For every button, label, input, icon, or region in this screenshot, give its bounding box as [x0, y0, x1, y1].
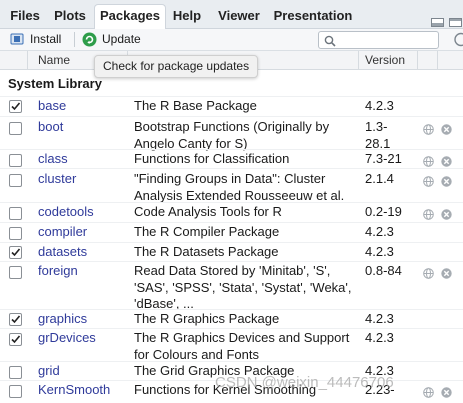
column-header-version[interactable]: Version: [365, 51, 405, 69]
tab-help[interactable]: Help: [170, 5, 204, 27]
package-description: Read Data Stored by 'Minitab', 'S', 'SAS…: [134, 263, 352, 311]
packages-toolbar: Install Update: [0, 29, 463, 51]
checkmark-icon: [11, 335, 21, 344]
remove-icon[interactable]: [441, 266, 452, 279]
install-icon: [10, 32, 24, 53]
checkbox-base[interactable]: [9, 100, 22, 113]
update-tooltip: Check for package updates: [94, 55, 259, 78]
row-divider: [0, 261, 463, 262]
watermark: CSDN @weixin_44476706: [215, 374, 394, 391]
tab-viewer[interactable]: Viewer: [216, 5, 262, 27]
package-link-compiler[interactable]: compiler: [38, 224, 87, 240]
globe-icon[interactable]: [423, 385, 434, 398]
row-divider: [0, 361, 463, 362]
column-divider: [437, 51, 438, 69]
package-version: 0.2-19: [365, 204, 402, 219]
remove-icon[interactable]: [441, 154, 452, 167]
row-divider: [0, 96, 463, 97]
remove-icon[interactable]: [441, 174, 452, 187]
row-divider: [0, 202, 463, 203]
package-link-class[interactable]: class: [38, 151, 68, 167]
tab-files[interactable]: Files: [8, 5, 42, 27]
toolbar-divider: [74, 32, 75, 47]
package-link-foreign[interactable]: foreign: [38, 263, 78, 279]
package-description: "Finding Groups in Data": Cluster Analys…: [134, 171, 345, 203]
install-label: Install: [30, 32, 62, 46]
package-link-kernsmooth[interactable]: KernSmooth: [38, 382, 110, 398]
checkbox-foreign[interactable]: [9, 266, 22, 279]
package-link-grdevices[interactable]: grDevices: [38, 330, 96, 346]
package-version: 0.8-84: [365, 263, 402, 278]
package-description: The R Compiler Package: [134, 224, 280, 239]
column-divider: [358, 51, 359, 69]
checkmark-icon: [11, 248, 21, 257]
checkbox-boot[interactable]: [9, 122, 22, 135]
row-divider: [0, 116, 463, 117]
checkbox-graphics[interactable]: [9, 313, 22, 326]
row-divider: [0, 168, 463, 169]
checkbox-class[interactable]: [9, 154, 22, 167]
globe-icon[interactable]: [423, 207, 434, 220]
globe-icon[interactable]: [423, 154, 434, 167]
package-link-grid[interactable]: grid: [38, 363, 60, 379]
package-description: Bootstrap Functions (Originally by Angel…: [134, 119, 330, 151]
row-divider: [0, 242, 463, 243]
column-divider: [27, 51, 28, 69]
minimize-icon[interactable]: [431, 14, 444, 27]
package-version: 1.3-28.1: [365, 119, 391, 151]
row-divider: [0, 222, 463, 223]
package-version: 4.2.3: [365, 311, 394, 326]
package-description: The R Datasets Package: [134, 244, 279, 259]
checkbox-kernsmooth[interactable]: [9, 385, 22, 398]
remove-icon[interactable]: [441, 385, 452, 398]
update-button[interactable]: Update: [82, 29, 142, 50]
checkbox-grdevices[interactable]: [9, 333, 22, 346]
package-version: 2.1.4: [365, 171, 394, 186]
package-link-cluster[interactable]: cluster: [38, 171, 76, 187]
maximize-icon[interactable]: [449, 14, 462, 27]
pane-tabbar: Files Plots Packages Help Viewer Present…: [0, 0, 463, 29]
globe-icon[interactable]: [423, 266, 434, 279]
tab-plots[interactable]: Plots: [51, 5, 89, 27]
remove-icon[interactable]: [441, 122, 452, 135]
package-link-base[interactable]: base: [38, 98, 66, 114]
package-link-graphics[interactable]: graphics: [38, 311, 87, 327]
checkbox-codetools[interactable]: [9, 207, 22, 220]
search-icon: [324, 34, 336, 52]
search-input[interactable]: [318, 31, 439, 49]
tab-presentation[interactable]: Presentation: [273, 5, 353, 27]
row-divider: [0, 149, 463, 150]
package-version: 7.3-21: [365, 151, 402, 166]
row-divider: [0, 309, 463, 310]
package-description: The R Base Package: [134, 98, 257, 113]
column-header-name[interactable]: Name: [38, 51, 70, 69]
package-link-codetools[interactable]: codetools: [38, 204, 94, 220]
package-version: 4.2.3: [365, 244, 394, 259]
globe-icon[interactable]: [423, 174, 434, 187]
package-version: 4.2.3: [365, 98, 394, 113]
remove-icon[interactable]: [441, 207, 452, 220]
checkbox-grid[interactable]: [9, 366, 22, 379]
section-title: System Library: [8, 76, 102, 91]
install-button[interactable]: Install: [10, 29, 66, 50]
checkmark-icon: [11, 315, 21, 324]
update-label: Update: [102, 32, 141, 46]
checkmark-icon: [11, 102, 21, 111]
checkbox-datasets[interactable]: [9, 246, 22, 259]
package-link-datasets[interactable]: datasets: [38, 244, 87, 260]
refresh-icon[interactable]: [452, 32, 463, 52]
package-version: 4.2.3: [365, 330, 394, 345]
row-divider: [0, 328, 463, 329]
globe-icon[interactable]: [423, 122, 434, 135]
column-divider: [417, 51, 418, 69]
package-link-boot[interactable]: boot: [38, 119, 63, 135]
package-description: Functions for Classification: [134, 151, 290, 166]
package-version: 4.2.3: [365, 224, 394, 239]
package-description: The R Graphics Devices and Support for C…: [134, 330, 350, 362]
checkbox-compiler[interactable]: [9, 227, 22, 240]
tab-packages[interactable]: Packages: [94, 4, 166, 29]
package-description: The R Graphics Package: [134, 311, 280, 326]
checkbox-cluster[interactable]: [9, 174, 22, 187]
package-description: Code Analysis Tools for R: [134, 204, 282, 219]
